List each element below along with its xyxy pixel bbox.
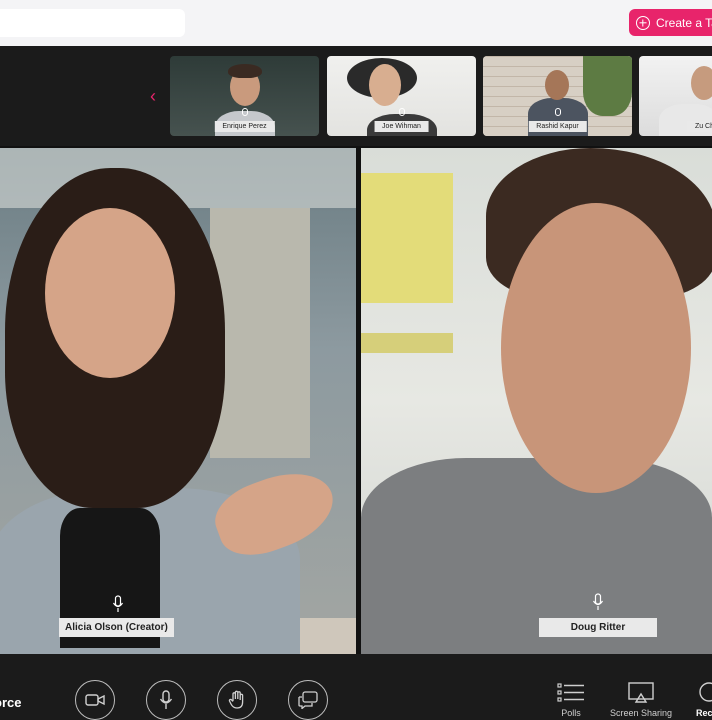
person-face (45, 208, 175, 378)
create-button[interactable]: Create a Ta (629, 9, 712, 36)
microphone-icon (554, 108, 561, 116)
record-button[interactable]: Rec (696, 682, 712, 718)
wall-art (361, 173, 453, 303)
microphone-button[interactable] (146, 680, 186, 720)
search-input[interactable] (0, 9, 185, 37)
polls-button[interactable]: Polls (557, 682, 585, 718)
person-face (691, 66, 712, 100)
microphone-icon (159, 690, 173, 709)
brand-name: orce (0, 695, 22, 710)
person-face (369, 64, 401, 106)
participant-name: Zu Ch (686, 121, 712, 132)
microphone-icon (398, 108, 405, 116)
participant-thumb[interactable]: Enrique Perez (170, 56, 319, 136)
participant-name: Rashid Kapur (528, 121, 587, 132)
person-figure (361, 458, 712, 654)
video-tile-main-left[interactable]: Alicia Olson (Creator) (0, 148, 356, 654)
plant (583, 56, 632, 116)
video-tile-main-right[interactable]: Doug Ritter (361, 148, 712, 654)
chat-bubbles-icon (298, 691, 318, 709)
top-bar: Create a Ta (0, 0, 712, 46)
polls-label: Polls (561, 708, 581, 718)
participant-thumb[interactable]: Joe Wihman (327, 56, 476, 136)
participant-thumb[interactable]: Zu Ch (639, 56, 712, 136)
camera-button[interactable] (75, 680, 115, 720)
microphone-icon (592, 593, 604, 610)
hand-icon (228, 690, 244, 709)
screen-share-icon (628, 682, 654, 703)
participant-name: Doug Ritter (539, 618, 657, 637)
record-label: Rec (696, 708, 712, 718)
microphone-icon (112, 595, 124, 612)
participant-name: Joe Wihman (374, 121, 429, 132)
screen-sharing-label: Screen Sharing (610, 708, 673, 718)
video-camera-icon (85, 694, 105, 706)
plus-circle-icon (636, 15, 650, 30)
bottom-toolbar: orce Polls (0, 654, 712, 720)
shelf (361, 333, 453, 353)
participant-name: Enrique Perez (214, 121, 275, 132)
chat-button[interactable] (288, 680, 328, 720)
person-face (501, 203, 691, 493)
person-hair (228, 64, 262, 78)
participant-thumb[interactable]: Rashid Kapur (483, 56, 632, 136)
person-face (545, 70, 569, 100)
screen-sharing-button[interactable]: Screen Sharing (610, 682, 672, 718)
raise-hand-button[interactable] (217, 680, 257, 720)
record-icon (699, 682, 712, 702)
chevron-left-icon[interactable]: ‹ (150, 86, 164, 106)
microphone-icon (241, 108, 248, 116)
create-button-label: Create a Ta (656, 15, 712, 30)
shelves (210, 208, 310, 458)
participant-strip: ‹ Enrique Perez Joe Wihman Rashid Kapur … (0, 46, 712, 146)
participant-name: Alicia Olson (Creator) (59, 618, 174, 637)
list-icon (557, 683, 584, 702)
